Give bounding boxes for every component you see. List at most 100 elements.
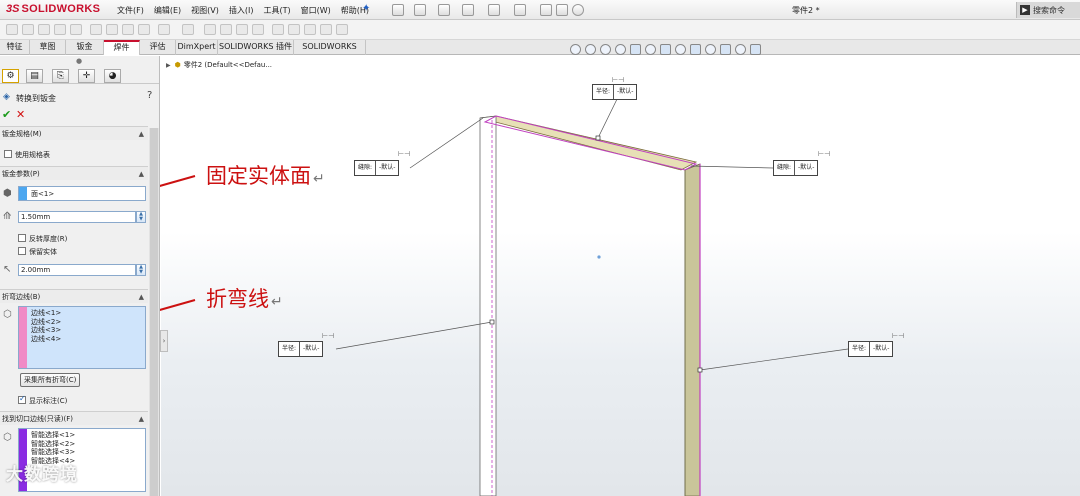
collapse-chevron-icon[interactable]: ▲ bbox=[139, 412, 144, 426]
list-item[interactable]: 智能选择<1> bbox=[31, 431, 75, 440]
swept-cut-icon[interactable] bbox=[122, 24, 134, 35]
curves-icon[interactable] bbox=[320, 24, 332, 35]
bend-radius-input[interactable]: 2.00mm bbox=[18, 264, 136, 276]
draft-icon[interactable] bbox=[220, 24, 232, 35]
list-item[interactable]: 智能选择<2> bbox=[31, 440, 75, 449]
ok-check-icon[interactable]: ✔ bbox=[2, 108, 11, 121]
section-sheet-metal-parameters[interactable]: 钣金参数(P) ▲ bbox=[0, 166, 148, 180]
feature-manager-tab-icon[interactable]: ⚙ bbox=[2, 69, 19, 83]
previous-view-icon[interactable] bbox=[600, 44, 611, 55]
options-gear-icon[interactable] bbox=[572, 4, 584, 16]
list-item[interactable]: 边线<1> bbox=[31, 309, 61, 318]
new-document-icon[interactable] bbox=[392, 4, 404, 16]
bend-radius-spinner[interactable]: ▲ ▼ bbox=[136, 264, 146, 276]
undo-icon[interactable] bbox=[488, 4, 500, 16]
menu-edit[interactable]: 编辑(E) bbox=[149, 0, 186, 20]
menu-insert[interactable]: 插入(I) bbox=[224, 0, 259, 20]
shell-icon[interactable] bbox=[236, 24, 248, 35]
tab-sheet-metal[interactable]: 钣金 bbox=[66, 40, 104, 55]
extrude-cut-icon[interactable] bbox=[90, 24, 102, 35]
section-bend-edges[interactable]: 折弯边线(B) ▲ bbox=[0, 289, 148, 303]
list-item[interactable]: 边线<2> bbox=[31, 318, 61, 327]
list-item[interactable]: 智能选择<3> bbox=[31, 448, 75, 457]
property-manager-tab-icon[interactable]: ▤ bbox=[26, 69, 43, 83]
pin-icon[interactable]: ✦ bbox=[362, 3, 370, 14]
graphics-area[interactable] bbox=[161, 56, 1080, 496]
sweep-icon[interactable] bbox=[38, 24, 50, 35]
collapse-chevron-icon[interactable]: ▲ bbox=[139, 167, 144, 181]
display-manager-tab-icon[interactable]: ◕ bbox=[104, 69, 121, 83]
zoom-to-area-icon[interactable] bbox=[585, 44, 596, 55]
feature-tree-flyout[interactable]: ▶ ⬢ 零件2 (Default<<Defau... bbox=[166, 60, 272, 70]
display-style-icon[interactable] bbox=[660, 44, 671, 55]
thickness-spinner[interactable]: ▲ ▼ bbox=[136, 211, 146, 223]
tab-solidworks-addins[interactable]: SOLIDWORKS 插件 bbox=[218, 40, 294, 55]
file-properties-icon[interactable] bbox=[556, 4, 568, 16]
handle-right[interactable] bbox=[697, 367, 703, 373]
left-side-face[interactable] bbox=[479, 115, 497, 496]
handle-top[interactable] bbox=[595, 135, 601, 141]
part-model[interactable] bbox=[161, 56, 1080, 496]
help-icon[interactable]: ? bbox=[147, 90, 152, 101]
collect-all-bends-button[interactable]: 采集所有折弯(C) bbox=[20, 373, 81, 387]
panel-grip-icon[interactable]: ● bbox=[76, 57, 82, 65]
tab-sketch[interactable]: 草图 bbox=[30, 40, 66, 55]
keep-body-checkbox[interactable] bbox=[18, 247, 26, 255]
section-sheet-metal-gauges[interactable]: 钣金规格(M) ▲ bbox=[0, 126, 148, 140]
panel-scrollbar[interactable] bbox=[149, 128, 159, 496]
tab-dimxpert[interactable]: DimXpert bbox=[176, 40, 218, 55]
zoom-to-fit-icon[interactable] bbox=[570, 44, 581, 55]
search-commands[interactable]: ▶ 搜索命令 bbox=[1016, 2, 1080, 18]
save-icon[interactable] bbox=[438, 4, 450, 16]
select-icon[interactable] bbox=[514, 4, 526, 16]
panel-collapse-handle[interactable]: › bbox=[160, 330, 168, 352]
collapse-chevron-icon[interactable]: ▲ bbox=[139, 290, 144, 304]
menu-tools[interactable]: 工具(T) bbox=[258, 0, 295, 20]
fillet-icon[interactable] bbox=[158, 24, 170, 35]
tab-evaluate[interactable]: 评估 bbox=[140, 40, 176, 55]
show-callouts-checkbox[interactable] bbox=[18, 394, 26, 404]
bend-edges-list[interactable]: 边线<1> 边线<2> 边线<3> 边线<4> bbox=[18, 306, 146, 369]
menu-window[interactable]: 窗口(W) bbox=[296, 0, 336, 20]
rib-icon[interactable] bbox=[204, 24, 216, 35]
tab-features[interactable]: 特征 bbox=[0, 40, 30, 55]
hide-show-items-icon[interactable] bbox=[675, 44, 686, 55]
loft-icon[interactable] bbox=[54, 24, 66, 35]
handle-left[interactable] bbox=[489, 319, 495, 325]
tab-solidworks-mbd[interactable]: SOLIDWORKS MBD bbox=[294, 40, 366, 65]
tab-weldments[interactable]: 焊件 bbox=[104, 40, 140, 55]
callout-radius-left[interactable]: 半径: -默认- bbox=[278, 341, 324, 357]
view-settings-icon[interactable] bbox=[720, 44, 731, 55]
menu-file[interactable]: 文件(F) bbox=[112, 0, 149, 20]
right-side-face[interactable] bbox=[684, 163, 701, 496]
boundary-icon[interactable] bbox=[70, 24, 82, 35]
callout-gap-left[interactable]: 缝隙: -默认- bbox=[354, 160, 400, 176]
intersect-icon[interactable] bbox=[272, 24, 284, 35]
dynamic-annotation-icon[interactable] bbox=[630, 44, 641, 55]
apply-scene-icon[interactable] bbox=[705, 44, 716, 55]
fixed-face-selection[interactable]: 面<1> bbox=[18, 186, 146, 201]
solidworks-logo[interactable]: 3S SOLIDWORKS bbox=[6, 3, 100, 15]
reference-geometry-icon[interactable] bbox=[304, 24, 316, 35]
print-icon[interactable] bbox=[462, 4, 474, 16]
callout-gap-right[interactable]: 缝隙: -默认- bbox=[773, 160, 819, 176]
collapse-chevron-icon[interactable]: ▲ bbox=[139, 127, 144, 141]
view-orientation-icon[interactable] bbox=[645, 44, 656, 55]
rebuild-icon[interactable] bbox=[540, 4, 552, 16]
configuration-manager-tab-icon[interactable]: ⎘ bbox=[52, 69, 69, 83]
list-item[interactable]: 边线<4> bbox=[31, 335, 61, 344]
revolve-cut-icon[interactable] bbox=[106, 24, 118, 35]
scrollbar-thumb[interactable] bbox=[150, 128, 158, 496]
callout-radius-right[interactable]: 半径: -默认- bbox=[848, 341, 894, 357]
list-item[interactable]: 边线<3> bbox=[31, 326, 61, 335]
top-face[interactable] bbox=[479, 115, 698, 171]
mirror-icon[interactable] bbox=[288, 24, 300, 35]
expand-arrow-icon[interactable]: ▶ bbox=[166, 62, 171, 69]
reverse-thickness-checkbox[interactable] bbox=[18, 234, 26, 242]
instant3d-icon[interactable] bbox=[336, 24, 348, 35]
extrude-boss-icon[interactable] bbox=[6, 24, 18, 35]
section-rip-edges[interactable]: 找到切口边线(只读)(F) ▲ bbox=[0, 411, 148, 425]
pattern-icon[interactable] bbox=[182, 24, 194, 35]
menu-view[interactable]: 视图(V) bbox=[186, 0, 224, 20]
wrap-icon[interactable] bbox=[252, 24, 264, 35]
